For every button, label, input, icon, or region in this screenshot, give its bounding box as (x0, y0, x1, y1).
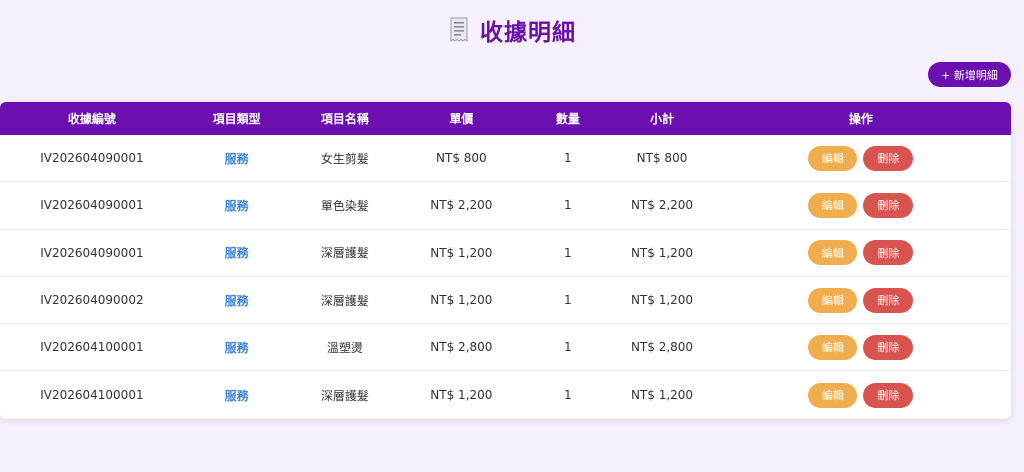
table-row: IV202604090001 服務 單色染髮 NT$ 2,200 1 NT$ 2… (0, 182, 1011, 230)
delete-button[interactable]: 刪除 (863, 145, 914, 171)
table-header: 收據編號 項目類型 項目名稱 單價 數量 小計 操作 (0, 102, 1011, 135)
subtotal-cell: NT$ 1,200 (630, 293, 694, 308)
item-name-cell: 單色染髮 (320, 198, 369, 213)
item-type-tag: 服務 (224, 198, 249, 213)
page-title: 收據明細 (480, 20, 576, 46)
item-name-cell: 深層護髮 (320, 388, 369, 403)
actions-cell: 編輯 刪除 (711, 287, 1011, 313)
title-wrap: 收據明細 (448, 13, 576, 47)
edit-button[interactable]: 編輯 (808, 240, 858, 266)
item-type-tag: 服務 (224, 151, 249, 166)
column-header-receipt-no: 收據編號 (67, 112, 116, 126)
delete-button[interactable]: 刪除 (863, 382, 914, 408)
item-type-tag: 服務 (224, 388, 249, 403)
subtotal-cell: NT$ 800 (636, 151, 688, 166)
unit-price-cell: NT$ 1,200 (430, 293, 493, 308)
subtotal-cell: NT$ 1,200 (630, 388, 694, 403)
delete-button[interactable]: 刪除 (863, 287, 914, 313)
subtotal-cell: NT$ 2,800 (630, 340, 694, 355)
edit-button[interactable]: 編輯 (808, 334, 858, 360)
column-header-item-name: 項目名稱 (320, 112, 369, 126)
delete-button[interactable]: 刪除 (863, 192, 914, 218)
item-name-cell: 女生剪髮 (320, 151, 369, 166)
receipt-no-cell: IV202604100001 (40, 340, 144, 355)
subtotal-cell: NT$ 2,200 (630, 198, 694, 213)
unit-price-cell: NT$ 2,200 (430, 198, 493, 213)
delete-button[interactable]: 刪除 (863, 240, 914, 266)
quantity-cell: 1 (564, 245, 572, 260)
table-row: IV202604100001 服務 深層護髮 NT$ 1,200 1 NT$ 1… (0, 371, 1011, 418)
column-header-quantity: 數量 (555, 112, 580, 126)
add-detail-button[interactable]: + 新增明細 (928, 62, 1011, 87)
unit-price-cell: NT$ 2,800 (430, 340, 493, 355)
table-row: IV202604090002 服務 深層護髮 NT$ 1,200 1 NT$ 1… (0, 277, 1011, 325)
column-header-item-type: 項目類型 (212, 112, 261, 126)
item-name-cell: 深層護髮 (320, 246, 369, 261)
receipt-no-cell: IV202604100001 (40, 388, 144, 403)
receipt-no-cell: IV202604090001 (40, 198, 144, 213)
item-type-tag: 服務 (224, 246, 249, 261)
unit-price-cell: NT$ 800 (436, 151, 487, 166)
column-header-unit-price: 單價 (449, 112, 474, 126)
unit-price-cell: NT$ 1,200 (430, 388, 493, 403)
receipt-no-cell: IV202604090002 (40, 293, 144, 308)
unit-price-cell: NT$ 1,200 (430, 245, 493, 260)
table-row: IV202604090001 服務 女生剪髮 NT$ 800 1 NT$ 800… (0, 135, 1011, 183)
actions-cell: 編輯 刪除 (711, 240, 1011, 266)
actions-cell: 編輯 刪除 (711, 145, 1011, 171)
quantity-cell: 1 (564, 293, 572, 308)
item-name-cell: 溫塑燙 (326, 340, 363, 355)
subtotal-cell: NT$ 1,200 (630, 245, 694, 260)
edit-button[interactable]: 編輯 (808, 287, 858, 313)
item-name-cell: 深層護髮 (320, 293, 369, 308)
edit-button[interactable]: 編輯 (808, 145, 858, 171)
receipt-detail-table: 收據編號 項目類型 項目名稱 單價 數量 小計 操作 IV20260409000… (0, 102, 1011, 419)
item-type-tag: 服務 (224, 340, 249, 355)
quantity-cell: 1 (564, 388, 572, 403)
quantity-cell: 1 (564, 340, 572, 355)
quantity-cell: 1 (564, 151, 572, 166)
delete-button[interactable]: 刪除 (863, 334, 914, 360)
table-row: IV202604090001 服務 深層護髮 NT$ 1,200 1 NT$ 1… (0, 230, 1011, 277)
column-header-subtotal: 小計 (650, 112, 675, 126)
table-row: IV202604100001 服務 溫塑燙 NT$ 2,800 1 NT$ 2,… (0, 324, 1011, 372)
quantity-cell: 1 (564, 198, 572, 213)
page-header: 收據明細 (0, 14, 1024, 46)
receipt-icon (448, 17, 470, 43)
receipt-no-cell: IV202604090001 (40, 245, 144, 260)
actions-cell: 編輯 刪除 (711, 192, 1011, 218)
edit-button[interactable]: 編輯 (808, 382, 858, 408)
actions-cell: 編輯 刪除 (711, 382, 1011, 408)
item-type-tag: 服務 (224, 293, 249, 308)
edit-button[interactable]: 編輯 (808, 192, 858, 218)
actions-cell: 編輯 刪除 (711, 334, 1011, 360)
column-header-actions: 操作 (848, 112, 873, 126)
receipt-no-cell: IV202604090001 (40, 151, 144, 166)
